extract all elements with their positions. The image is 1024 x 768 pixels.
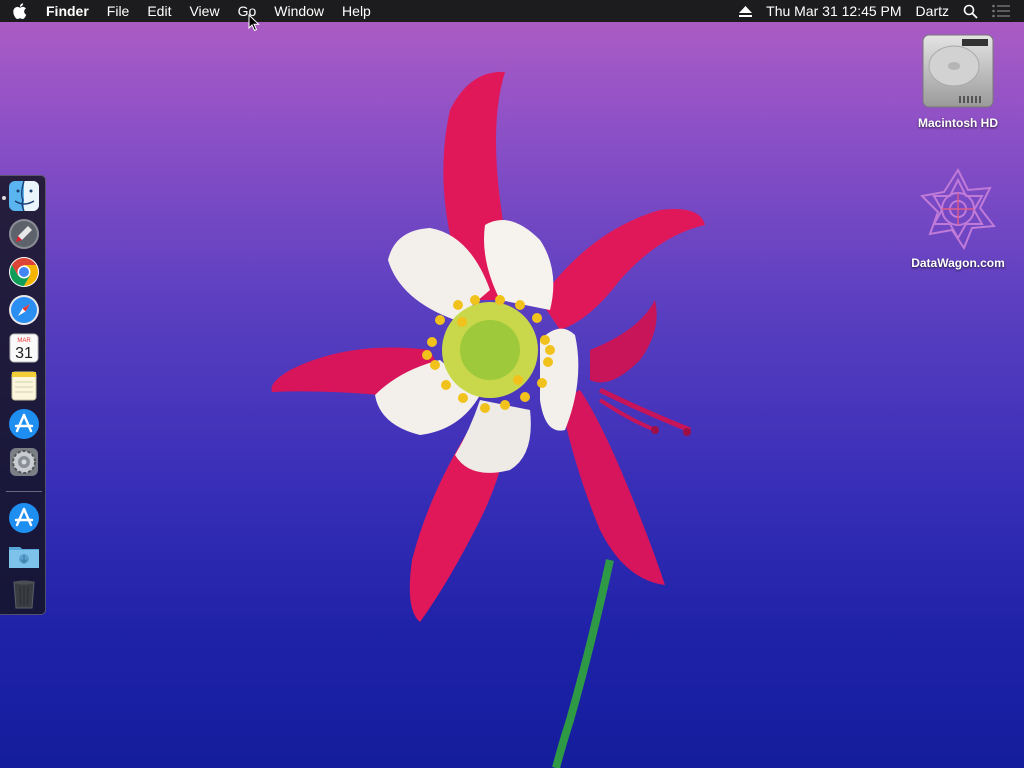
calendar-day: 31 bbox=[15, 345, 33, 362]
downloads-folder-icon bbox=[9, 547, 39, 568]
dock-item-notes[interactable] bbox=[8, 370, 40, 402]
calendar-month: MAR bbox=[17, 338, 31, 344]
menubar-user[interactable]: Dartz bbox=[916, 0, 949, 22]
safari-icon bbox=[9, 295, 39, 325]
finder-icon bbox=[9, 180, 39, 212]
apple-icon[interactable] bbox=[0, 3, 40, 19]
dock-item-launchpad[interactable] bbox=[8, 218, 40, 250]
chrome-icon bbox=[9, 257, 39, 287]
menu-help[interactable]: Help bbox=[333, 0, 380, 22]
dock-item-finder[interactable] bbox=[8, 180, 40, 212]
dock-item-system-preferences[interactable] bbox=[8, 446, 40, 478]
app-store-icon bbox=[9, 503, 39, 533]
dock-item-chrome[interactable] bbox=[8, 256, 40, 288]
notes-icon bbox=[11, 371, 37, 401]
menu-window[interactable]: Window bbox=[265, 0, 333, 22]
notification-center-icon[interactable] bbox=[992, 4, 1010, 18]
menu-bar: Finder File Edit View Go Window Help Thu… bbox=[0, 0, 1024, 22]
menu-view[interactable]: View bbox=[180, 0, 228, 22]
hard-drive-icon bbox=[922, 34, 994, 108]
dock-item-applications[interactable] bbox=[8, 502, 40, 534]
search-icon[interactable] bbox=[963, 4, 978, 19]
menu-edit[interactable]: Edit bbox=[138, 0, 180, 22]
dock-item-app-store[interactable] bbox=[8, 408, 40, 440]
menu-app-finder[interactable]: Finder bbox=[40, 0, 98, 22]
desktop-icon-macintosh-hd[interactable]: Macintosh HD bbox=[903, 32, 1013, 130]
dock-item-downloads[interactable] bbox=[8, 540, 40, 572]
desktop-icon-label: DataWagon.com bbox=[911, 256, 1005, 270]
dock-item-calendar[interactable]: MAR 31 bbox=[8, 332, 40, 364]
dock-item-safari[interactable] bbox=[8, 294, 40, 326]
disk-image-icon bbox=[919, 168, 996, 250]
dock: MAR 31 bbox=[0, 175, 46, 615]
system-preferences-icon bbox=[10, 448, 38, 476]
running-indicator bbox=[2, 196, 6, 200]
eject-icon[interactable] bbox=[739, 5, 753, 17]
mouse-cursor bbox=[248, 14, 260, 32]
launchpad-icon bbox=[9, 219, 39, 249]
dock-separator bbox=[6, 491, 42, 492]
menu-file[interactable]: File bbox=[98, 0, 139, 22]
trash-icon bbox=[13, 580, 35, 609]
desktop-icon-label: Macintosh HD bbox=[917, 116, 998, 130]
calendar-icon: MAR 31 bbox=[9, 333, 39, 363]
desktop-wallpaper bbox=[271, 71, 705, 768]
dock-item-trash[interactable] bbox=[8, 578, 40, 610]
desktop-icon-datawagon[interactable]: DataWagon.com bbox=[903, 168, 1013, 270]
menubar-clock[interactable]: Thu Mar 31 12:45 PM bbox=[766, 0, 901, 22]
app-store-icon bbox=[9, 409, 39, 439]
